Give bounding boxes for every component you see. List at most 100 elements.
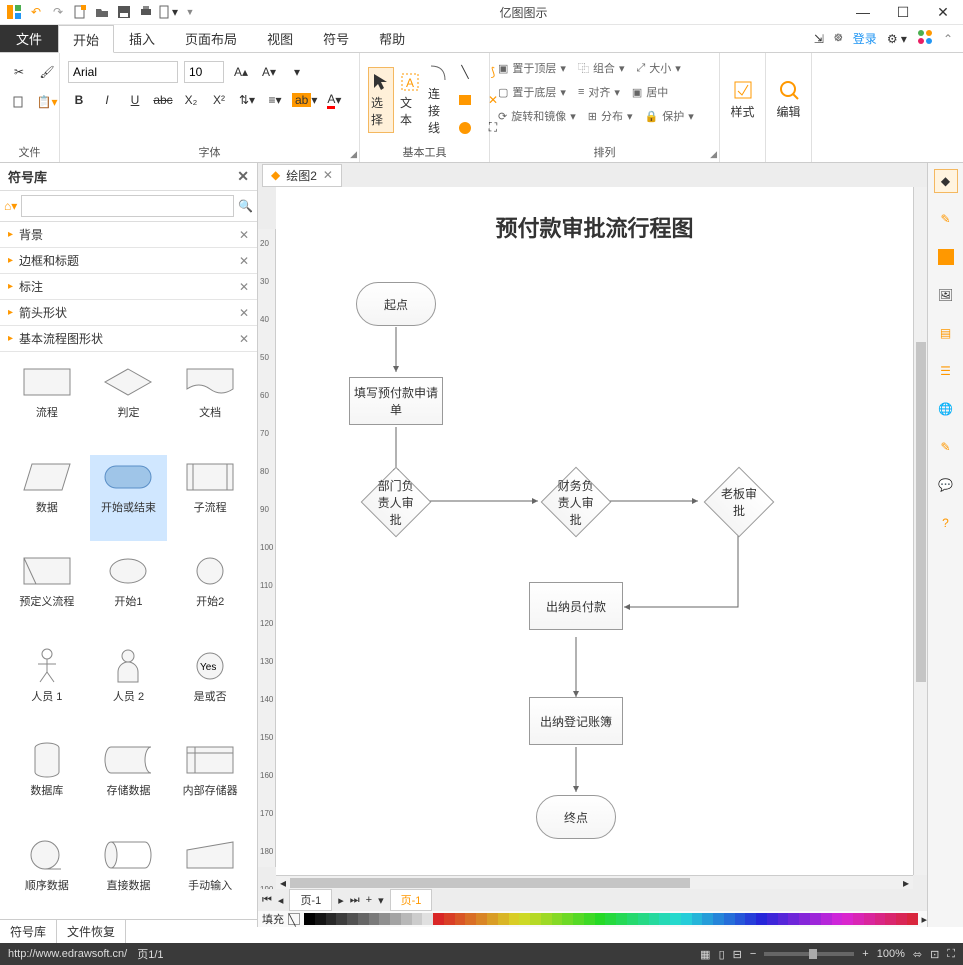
comment-tool-icon[interactable]: 💬 [934,473,958,497]
scrollbar-horizontal[interactable]: ◂ ▸ [276,875,913,889]
color-swatch[interactable] [702,913,713,925]
group-button[interactable]: ⿻ 组合 ▾ [578,57,625,79]
edit-button[interactable]: 编辑 [774,75,803,124]
tab-layout[interactable]: 页面布局 [170,25,252,52]
category-border[interactable]: ▸边框和标题✕ [0,248,257,274]
color-swatch[interactable] [724,913,735,925]
color-swatch[interactable] [304,913,315,925]
close-icon[interactable]: ✕ [239,254,249,268]
color-swatch[interactable] [552,913,563,925]
page-first-icon[interactable]: ⏮ [262,894,272,907]
share-icon[interactable]: ᪥ [834,29,843,48]
scrollbar-h-thumb[interactable] [290,878,690,888]
color-swatch[interactable] [799,913,810,925]
color-swatch[interactable] [412,913,423,925]
line-tool-icon[interactable]: ╲ [454,61,476,83]
undo-icon[interactable]: ↶ [26,2,46,22]
color-swatch[interactable] [347,913,358,925]
new-icon[interactable] [70,2,90,22]
node-dec3[interactable]: 老板审批 [704,467,775,538]
font-name-select[interactable] [68,61,178,83]
rotate-button[interactable]: ⟳ 旋转和镜像 ▾ [498,105,576,127]
close-icon[interactable]: ✕ [239,228,249,242]
close-button[interactable]: ✕ [923,0,963,25]
page-menu-icon[interactable]: ▾ [378,894,384,907]
font-color-icon[interactable]: A▾ [323,89,345,111]
shape-start1[interactable]: 开始1 [90,549,168,636]
close-panel-icon[interactable]: ✕ [237,168,249,185]
node-end[interactable]: 终点 [536,795,616,839]
color-swatch[interactable] [315,913,326,925]
node-dec1[interactable]: 部门负责人审批 [361,467,432,538]
color-swatch[interactable] [498,913,509,925]
export-icon[interactable]: ▾ [158,2,178,22]
shape-internal[interactable]: 内部存储器 [171,738,249,825]
logo-icon[interactable] [917,29,933,48]
page-last-icon[interactable]: ⏭ [350,894,360,907]
tab-start[interactable]: 开始 [58,25,114,53]
tab-symbol[interactable]: 符号 [308,25,364,52]
color-swatch[interactable] [832,913,843,925]
shape-terminator[interactable]: 开始或结束 [90,455,168,542]
increase-font-icon[interactable]: A▴ [230,61,252,83]
color-swatch[interactable] [379,913,390,925]
shape-person1[interactable]: 人员 1 [8,644,86,731]
zoom-value[interactable]: 100% [877,948,905,960]
canvas[interactable]: 预付款审批流行程图 起点 填写预付款申请单 部门负责人审批 财务负责人审批 老板… [276,187,913,875]
distribute-button[interactable]: ⊞ 分布 ▾ [588,105,633,127]
color-swatch[interactable] [465,913,476,925]
highlight-icon[interactable]: ab▾ [292,89,317,111]
collapse-ribbon-icon[interactable]: ⌃ [943,32,953,46]
zoom-slider[interactable] [764,952,854,956]
color-swatch[interactable] [390,913,401,925]
settings-icon[interactable]: ⚙ ▾ [887,32,907,46]
shape-directdata[interactable]: 直接数据 [90,833,168,920]
bold-icon[interactable]: B [68,89,90,111]
close-tab-icon[interactable]: ✕ [323,168,333,182]
fill-tool-icon[interactable]: ◆ [934,169,958,193]
color-swatch[interactable] [605,913,616,925]
search-icon[interactable]: 🔍 [238,199,253,213]
node-dec2[interactable]: 财务负责人审批 [541,467,612,538]
shape-database[interactable]: 数据库 [8,738,86,825]
color-swatch[interactable] [336,913,347,925]
color-swatch[interactable] [875,913,886,925]
shape-decision[interactable]: 判定 [90,360,168,447]
shape-process[interactable]: 流程 [8,360,86,447]
page-tab-active[interactable]: 页-1 [390,889,433,911]
color-swatch[interactable] [788,913,799,925]
bullets-icon[interactable]: ≡▾ [264,89,286,111]
shape-yesno[interactable]: Yes是或否 [171,644,249,731]
home-icon[interactable]: ⌂▾ [4,199,17,213]
color-swatch[interactable] [401,913,412,925]
copy-icon[interactable] [8,91,30,113]
page-add-icon[interactable]: + [366,894,372,906]
color-swatch[interactable] [853,913,864,925]
text-tool[interactable]: A文本 [398,68,422,132]
color-swatch[interactable] [487,913,498,925]
shape-start2[interactable]: 开始2 [171,549,249,636]
qat-dropdown-icon[interactable]: ▼ [180,2,200,22]
tab-view[interactable]: 视图 [252,25,308,52]
shape-document[interactable]: 文档 [171,360,249,447]
view-mode3-icon[interactable]: ⊟ [733,948,742,961]
connector-tool[interactable]: 连接线 [426,59,450,140]
color-swatch[interactable] [670,913,681,925]
paste-icon[interactable]: 📋▾ [36,91,58,113]
save-icon[interactable] [114,2,134,22]
color-swatch[interactable] [778,913,789,925]
color-swatch[interactable] [713,913,724,925]
shape-manual[interactable]: 手动输入 [171,833,249,920]
view-mode2-icon[interactable]: ▯ [719,948,725,961]
layers-tool-icon[interactable]: ▤ [934,321,958,345]
color-swatch[interactable] [681,913,692,925]
shape-predefined[interactable]: 预定义流程 [8,549,86,636]
underline-icon[interactable]: U [124,89,146,111]
help-tool-icon[interactable]: ? [934,511,958,535]
color-swatch[interactable] [530,913,541,925]
node-step2[interactable]: 出纳员付款 [529,582,623,630]
app-icon[interactable] [4,2,24,22]
shape-storeddata[interactable]: 存储数据 [90,738,168,825]
close-icon[interactable]: ✕ [239,332,249,346]
color-swatch[interactable] [326,913,337,925]
